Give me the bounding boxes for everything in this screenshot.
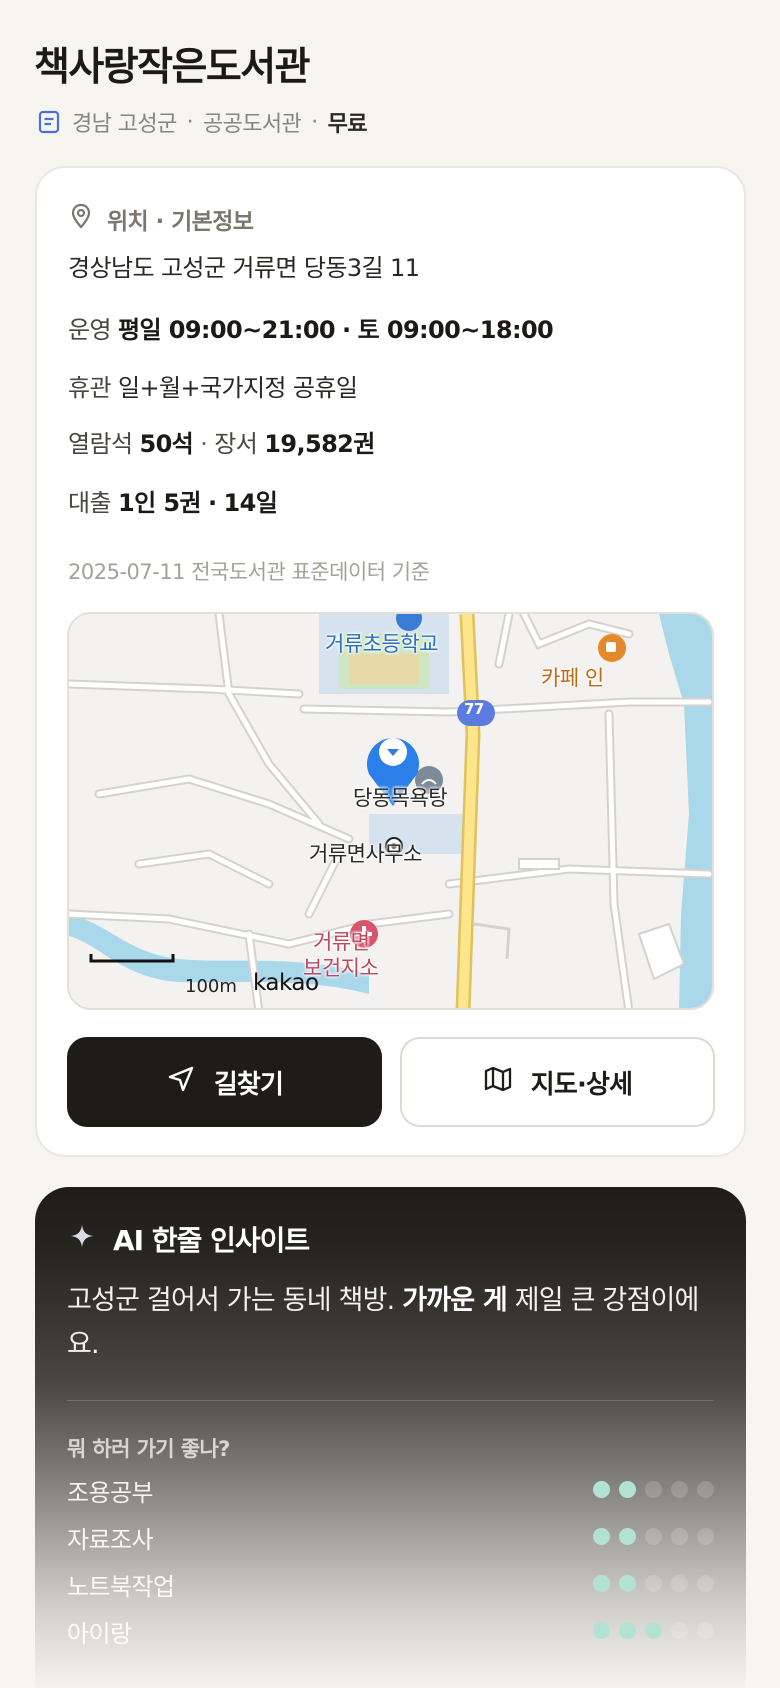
dot: · (207, 489, 217, 517)
capacity-line: 열람석 50석 · 장서 19,582권 (68, 424, 375, 459)
closed-label: 휴관 (68, 374, 112, 402)
map-icon (483, 1064, 513, 1101)
rating-dot-empty (671, 1481, 688, 1498)
route-button[interactable]: 길찾기 (67, 1037, 382, 1127)
rating-dot-empty (697, 1528, 714, 1545)
rating-row: 노트북작업 (67, 1567, 714, 1601)
map-road-number: 77 (464, 700, 484, 718)
books-value: 19,582권 (264, 430, 375, 458)
category-text: 공공도서관 (203, 112, 302, 137)
map-label-bath: 당동목욕탕 (353, 786, 448, 810)
rating-dot-empty (671, 1575, 688, 1592)
hours-weekday: 평일 09:00~21:00 (118, 316, 336, 344)
ai-insight-title: AI 한줄 인사이트 (113, 1224, 310, 1257)
rating-dots (593, 1481, 714, 1498)
rating-dot-empty (697, 1575, 714, 1592)
rating-label: 아이랑 (67, 1620, 132, 1648)
rating-dot-filled (619, 1575, 636, 1592)
ai-insight-card: AI 한줄 인사이트 고성군 걸어서 가는 동네 책방. 가까운 게 제일 큰 … (35, 1187, 746, 1688)
library-meta: 경남 고성군 · 공공도서관 · 무료 (36, 106, 367, 138)
map-label-school: 거류초등학교 (325, 632, 438, 656)
closed-line: 휴관 일+월+국가지정 공휴일 (68, 368, 358, 403)
section-title: 위치 · 기본정보 (107, 209, 254, 235)
route-button-label: 길찾기 (213, 1069, 284, 1100)
rating-dot-empty (645, 1575, 662, 1592)
data-source: 2025-07-11 전국도서관 표준데이터 기준 (68, 560, 430, 584)
rating-row: 조용공부 (67, 1473, 714, 1507)
map-view[interactable]: 거류초등학교 카페 인 77 당동목욕탕 거류면사무소 거류면 보건지소 100… (67, 612, 714, 1010)
sparkle-icon (69, 1223, 95, 1256)
section-header: 위치 · 기본정보 (69, 202, 254, 236)
ai-insight-header: AI 한줄 인사이트 (69, 1219, 310, 1259)
rating-dots (593, 1528, 714, 1545)
separator: · (311, 109, 318, 135)
rating-dot-empty (645, 1481, 662, 1498)
ai-text-highlight: 가까운 게 (402, 1285, 508, 1316)
rating-row: 아이랑 (67, 1614, 714, 1648)
rating-dot-filled (593, 1575, 610, 1592)
hours-line: 운영 평일 09:00~21:00 · 토 09:00~18:00 (68, 310, 554, 345)
rating-label: 노트북작업 (67, 1573, 175, 1601)
rating-dot-filled (619, 1481, 636, 1498)
map-provider-logo: kakao (253, 970, 319, 996)
region-text: 경남 고성군 (72, 112, 177, 137)
rating-label: 조용공부 (67, 1479, 154, 1507)
dot: · (200, 430, 208, 458)
map-label-cafe: 카페 인 (541, 666, 604, 690)
rating-dot-empty (671, 1528, 688, 1545)
seats-value: 50석 (139, 430, 194, 458)
closed-value: 일+월+국가지정 공휴일 (118, 374, 358, 402)
divider (67, 1400, 714, 1401)
rating-dot-filled (645, 1622, 662, 1639)
loan-line: 대출 1인 5권 · 14일 (68, 483, 278, 518)
location-pin-icon (69, 203, 93, 235)
page-title: 책사랑작은도서관 (34, 45, 311, 90)
loan-value: 1인 5권 (118, 489, 202, 517)
separator: · (186, 109, 194, 135)
seats-label: 열람석 (68, 430, 133, 458)
dot: · (342, 316, 351, 344)
rating-dot-filled (593, 1528, 610, 1545)
rating-label: 자료조사 (67, 1526, 154, 1554)
navigation-arrow-icon (166, 1064, 196, 1101)
rating-dot-filled (593, 1622, 610, 1639)
rating-dot-empty (671, 1622, 688, 1639)
rating-dot-empty (645, 1528, 662, 1545)
info-card: 위치 · 기본정보 경상남도 고성군 거류면 당동3길 11 운영 평일 09:… (35, 166, 746, 1157)
rating-dots (593, 1622, 714, 1639)
rating-dot-filled (593, 1481, 610, 1498)
rating-dot-filled (619, 1622, 636, 1639)
rating-dot-empty (697, 1622, 714, 1639)
map-detail-button-label: 지도·상세 (530, 1069, 633, 1100)
rating-row: 자료조사 (67, 1520, 714, 1554)
map-graphics (69, 614, 712, 1008)
loan-days: 14일 (223, 489, 278, 517)
map-label-office: 거류면사무소 (309, 842, 422, 866)
ai-text-part: 고성군 걸어서 가는 동네 책방. (67, 1285, 403, 1316)
loan-label: 대출 (68, 489, 112, 517)
rating-dots (593, 1575, 714, 1592)
hours-label: 운영 (68, 316, 112, 344)
document-icon (36, 109, 62, 135)
hours-saturday: 토 09:00~18:00 (357, 316, 554, 344)
ai-insight-text: 고성군 걸어서 가는 동네 책방. 가까운 게 제일 큰 강점이에요. (67, 1279, 707, 1367)
fee-text: 무료 (327, 112, 368, 137)
books-label: 장서 (214, 430, 258, 458)
rating-dot-empty (697, 1481, 714, 1498)
ai-question: 뭐 하러 가기 좋나? (67, 1437, 230, 1461)
map-scale: 100m (185, 976, 237, 997)
address: 경상남도 고성군 거류면 당동3길 11 (68, 254, 420, 282)
rating-dot-filled (619, 1528, 636, 1545)
map-detail-button[interactable]: 지도·상세 (400, 1037, 715, 1127)
